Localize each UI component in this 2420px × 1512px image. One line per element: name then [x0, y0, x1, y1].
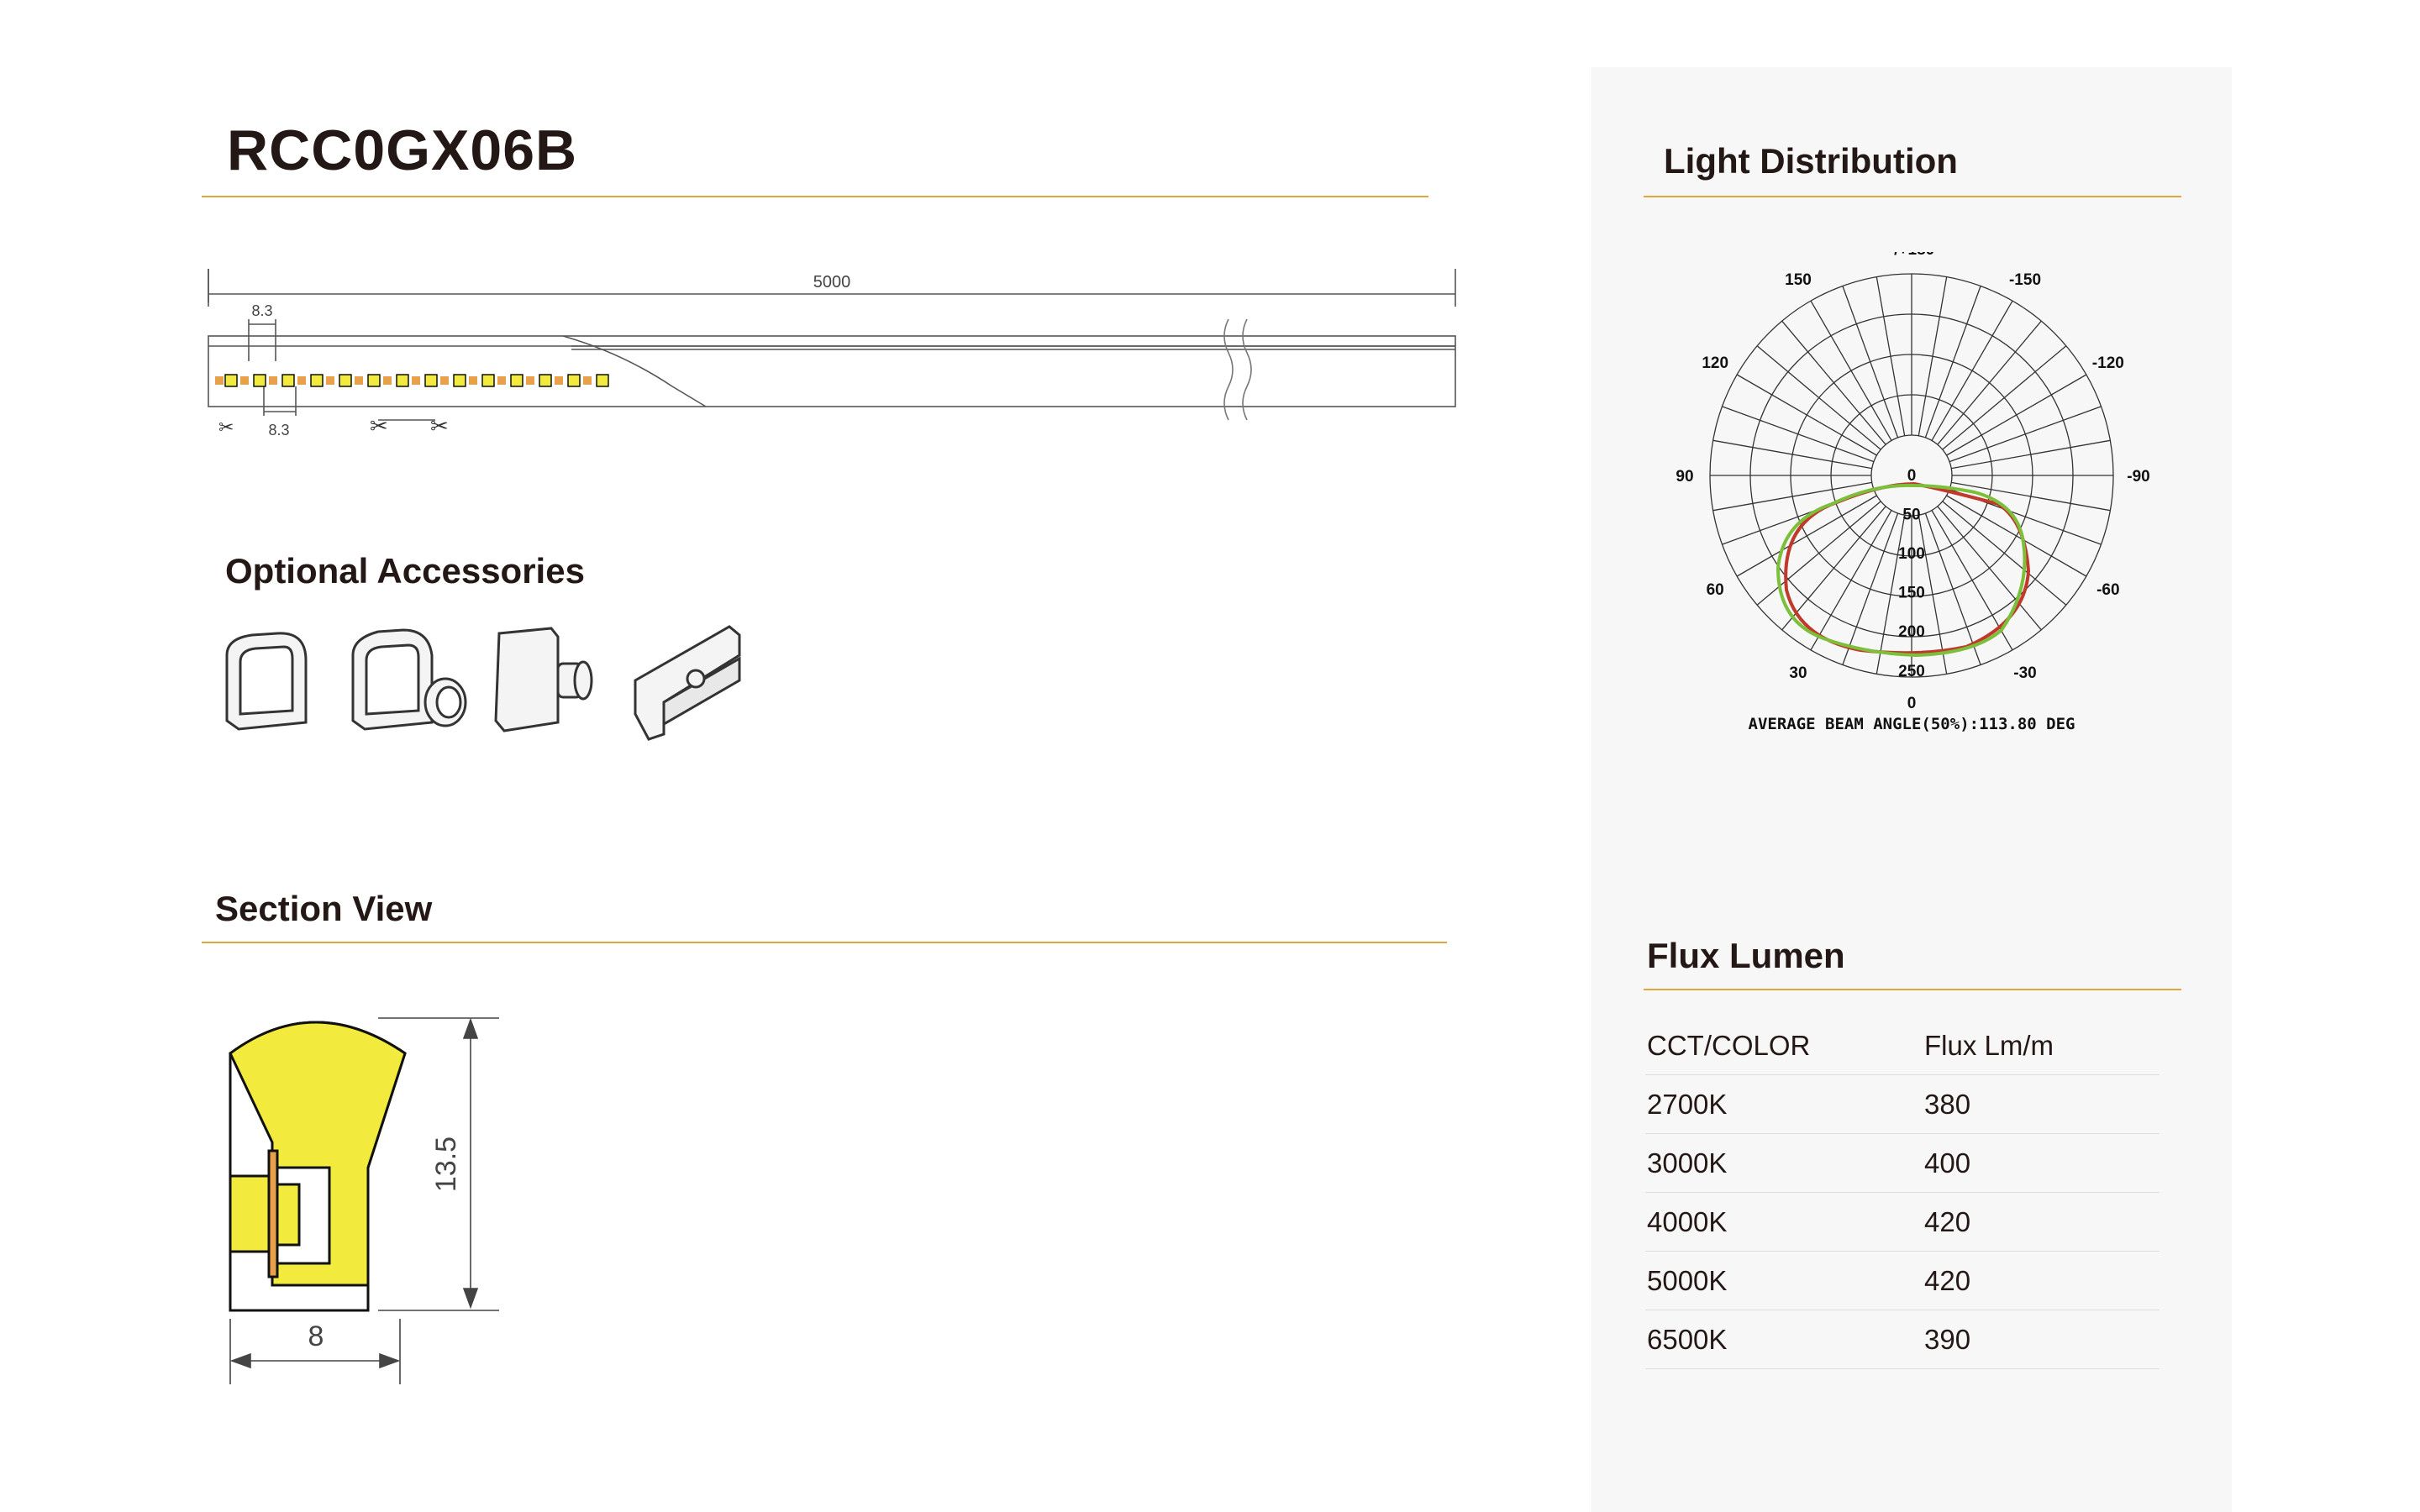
polar-spoke	[1946, 495, 2087, 577]
section-view-drawing: 13.5 8	[229, 1017, 499, 1384]
cct-cell: 5000K	[1645, 1251, 1924, 1310]
polar-spoke	[1937, 320, 2042, 445]
polar-spoke	[1736, 495, 1877, 577]
polar-spoke	[1756, 345, 1881, 450]
length-label: 5000	[813, 273, 851, 291]
polar-angle-label: -120	[2092, 354, 2124, 372]
accessories-row	[225, 625, 741, 741]
polar-angle-label: 120	[1702, 354, 1728, 372]
header-cct: CCT/COLOR	[1645, 1016, 1924, 1075]
header-flux: Flux Lm/m	[1924, 1016, 2160, 1075]
section-view-underline	[202, 942, 1447, 943]
cct-cell: 6500K	[1645, 1310, 1924, 1369]
power-connector-icon	[494, 627, 593, 732]
polar-spoke	[1918, 276, 1948, 436]
pitch-top-label: 8.3	[251, 302, 272, 319]
svg-text:✂: ✂	[430, 413, 449, 438]
cct-cell: 2700K	[1645, 1074, 1924, 1134]
polar-spoke	[1810, 300, 1892, 441]
polar-spoke	[1931, 300, 2013, 441]
table-header-row: CCT/COLOR Flux Lm/m	[1645, 1016, 2160, 1075]
flux-cell: 400	[1924, 1133, 2160, 1193]
flux-lumen-table: CCT/COLOR Flux Lm/m 2700K 380 3000K 400 …	[1645, 1016, 2160, 1369]
polar-spoke	[1712, 439, 1872, 470]
flux-cell: 390	[1924, 1310, 2160, 1369]
polar-chart: -/+180 -150 150 -120 120 -90 90 -60 60 -30 30 0 0 50 1…	[1676, 252, 2149, 733]
polar-spoke	[1946, 374, 2087, 456]
svg-text:✂: ✂	[370, 413, 388, 438]
polar-angle-label: 30	[1789, 664, 1807, 682]
polar-angle-label: 0	[1907, 695, 1917, 712]
polar-radial-label: 50	[1902, 507, 1920, 524]
flux-cell: 420	[1924, 1251, 2160, 1310]
polar-angle-label: -90	[2127, 468, 2149, 486]
polar-spoke	[1924, 512, 1981, 665]
polar-radial-label: 0	[1907, 467, 1917, 485]
polar-spoke	[1736, 374, 1877, 456]
polar-spoke	[1756, 501, 1881, 606]
polar-spoke	[1942, 501, 2067, 606]
flux-cell: 420	[1924, 1192, 2160, 1252]
feed-cap-icon	[351, 628, 467, 731]
polar-spoke	[1951, 439, 2111, 470]
end-cap-icon	[225, 632, 308, 731]
flux-cell: 380	[1924, 1074, 2160, 1134]
table-row: 4000K 420	[1645, 1192, 2160, 1252]
height-dimension-label: 13.5	[430, 1137, 462, 1192]
polar-angle-label: -60	[2096, 581, 2119, 599]
light-distribution-title: Light Distribution	[1664, 141, 1958, 181]
polar-spoke	[1924, 286, 1981, 438]
table-row: 6500K 390	[1645, 1310, 2160, 1369]
scissors-icon: ✂ ✂	[370, 413, 449, 438]
flux-lumen-underline	[1644, 989, 2181, 990]
title-underline	[202, 196, 1428, 197]
pitch-bottom-label: 8.3	[268, 422, 289, 438]
section-view-title: Section View	[215, 889, 433, 928]
flux-lumen-title: Flux Lumen	[1647, 936, 1845, 975]
polar-angle-label: -/+180	[1889, 252, 1934, 259]
mounting-clip-icon	[634, 625, 741, 741]
polar-radial-label: 100	[1898, 545, 1925, 563]
light-distribution-underline	[1644, 196, 2181, 197]
model-title: RCC0GX06B	[227, 118, 578, 182]
width-dimension-label: 8	[308, 1320, 324, 1352]
polar-angle-label: 60	[1707, 581, 1724, 599]
polar-spoke	[1949, 406, 2102, 463]
svg-text:✂: ✂	[218, 417, 234, 438]
polar-radial-label: 150	[1898, 585, 1925, 602]
polar-radial-label: 250	[1898, 663, 1925, 680]
polar-spoke	[1942, 345, 2067, 450]
polar-spoke	[1810, 510, 1892, 651]
polar-angle-label: 150	[1785, 271, 1812, 289]
table-row: 3000K 400	[1645, 1133, 2160, 1193]
polar-angle-label: 90	[1676, 468, 1693, 486]
cct-cell: 3000K	[1645, 1133, 1924, 1193]
accessories-title: Optional Accessories	[225, 551, 585, 591]
polar-spoke	[1842, 512, 1899, 665]
polar-spoke	[1876, 276, 1906, 436]
polar-spoke	[1781, 320, 1886, 445]
table-row: 5000K 420	[1645, 1251, 2160, 1310]
polar-radial-label: 200	[1898, 623, 1925, 641]
polar-angle-label: -150	[2009, 271, 2041, 289]
polar-angle-label: -30	[2013, 664, 2036, 682]
polar-spoke	[1842, 286, 1899, 438]
beam-angle-caption: AVERAGE BEAM ANGLE(50%):113.80 DEG	[1749, 715, 2075, 733]
cct-cell: 4000K	[1645, 1192, 1924, 1252]
polar-spoke	[1722, 406, 1875, 463]
strip-length-drawing: ✂ ✂ ✂ 5000 8.3 8.3	[208, 269, 1456, 438]
table-row: 2700K 380	[1645, 1074, 2160, 1134]
